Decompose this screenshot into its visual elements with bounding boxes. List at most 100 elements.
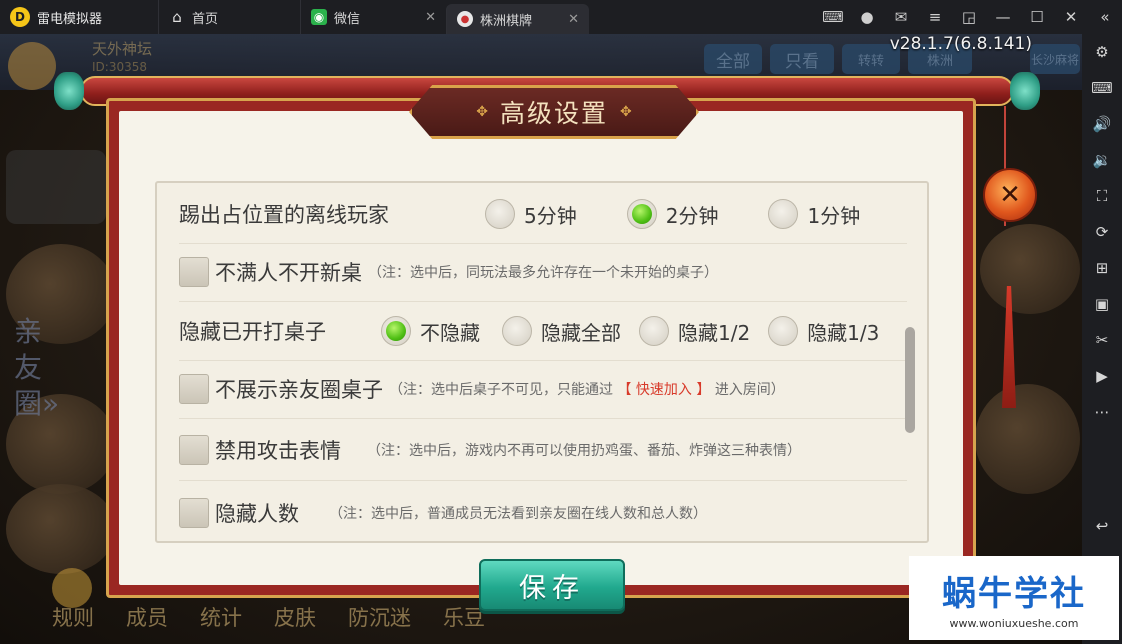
radio-button-selected[interactable] bbox=[381, 316, 411, 346]
hide-count-checkbox[interactable] bbox=[179, 498, 209, 528]
save-button[interactable]: 保存 bbox=[479, 559, 625, 611]
radio-selected-dot bbox=[386, 321, 406, 341]
not-full-no-new-checkbox[interactable] bbox=[179, 257, 209, 287]
disable-attack-note: （注：选中后，游戏内不再可以使用扔鸡蛋、番茄、炸弹这三种表情） bbox=[367, 443, 801, 459]
hide-started-label: 隐藏已开打桌子 bbox=[179, 320, 326, 344]
tab-game-close-icon[interactable]: ✕ bbox=[568, 12, 579, 27]
lobby-nav-stats: 统计 bbox=[200, 606, 242, 630]
collapse-sidebar-icon[interactable]: « bbox=[1088, 0, 1122, 34]
tab-wechat[interactable]: ◉ 微信 ✕ bbox=[300, 0, 446, 34]
emulator-sidebar: ⚙ ⌨ 🔊 🔉 ⛶ ⟳ ⊞ ▣ ✂ ▶ ⋯ ↩ bbox=[1082, 34, 1122, 644]
tab-home-label: 首页 bbox=[192, 11, 219, 27]
rod-cap-left bbox=[54, 72, 84, 110]
minimize-icon[interactable]: — bbox=[986, 0, 1020, 34]
app-name: 雷电模拟器 bbox=[37, 11, 103, 27]
user-account-icon[interactable]: ● bbox=[850, 0, 884, 34]
title-ornament-left-icon: ✥ bbox=[476, 104, 488, 120]
watermark: 蜗牛学社 www.woniuxueshe.com bbox=[909, 556, 1119, 640]
dialog-title-plate: ✥ 高级设置 ✥ bbox=[409, 85, 699, 139]
setting-not-full-no-new: 不满人不开新桌 （注：选中后，同玩法最多允许存在一个未开始的桌子） bbox=[179, 254, 718, 290]
close-window-icon[interactable]: ✕ bbox=[1054, 0, 1088, 34]
tab-game-label: 株洲棋牌 bbox=[480, 13, 533, 29]
radio-button[interactable] bbox=[768, 316, 799, 346]
emulator-window: D 雷电模拟器 ⌂ 首页 ◉ 微信 ✕ ● 株洲棋牌 ✕ ⌨ ● ✉ ≡ ◲ —… bbox=[0, 0, 1122, 644]
not-full-no-new-label: 不满人不开新桌 bbox=[215, 261, 362, 285]
dialog-title: 高级设置 bbox=[499, 99, 608, 128]
row-divider bbox=[179, 243, 907, 244]
settings-scrollbar[interactable] bbox=[905, 327, 915, 433]
emulator-logo-icon: D bbox=[10, 7, 30, 27]
hide-started-option-third[interactable]: 隐藏1/3 bbox=[768, 316, 879, 346]
hide-started-option-all[interactable]: 隐藏全部 bbox=[502, 316, 621, 346]
hide-count-note: （注：选中后，普通成员无法看到亲友圈在线人数和总人数） bbox=[329, 506, 707, 522]
tab-game[interactable]: ● 株洲棋牌 ✕ bbox=[446, 4, 589, 34]
lobby-side-club-label: 亲友圈» bbox=[14, 315, 60, 420]
mail-icon[interactable]: ✉ bbox=[884, 0, 918, 34]
radio-button-selected[interactable] bbox=[626, 199, 657, 229]
lobby-nav-anti-addiction: 防沉迷 bbox=[348, 606, 411, 630]
scissors-icon[interactable]: ✂ bbox=[1082, 322, 1122, 358]
maximize-icon[interactable]: ☐ bbox=[1020, 0, 1054, 34]
radio-button[interactable] bbox=[768, 199, 799, 229]
home-icon: ⌂ bbox=[172, 8, 182, 26]
video-record-icon[interactable]: ▶ bbox=[1082, 358, 1122, 394]
lobby-wallet-panel bbox=[6, 150, 106, 224]
radio-button[interactable] bbox=[485, 199, 515, 229]
settings-gear-icon[interactable]: ⚙ bbox=[1082, 34, 1122, 70]
add-window-icon[interactable]: ⊞ bbox=[1082, 250, 1122, 286]
disable-attack-checkbox[interactable] bbox=[179, 435, 209, 465]
hide-club-tables-label: 不展示亲友圈桌子 bbox=[215, 378, 383, 402]
kick-offline-option-5min[interactable]: 5分钟 bbox=[485, 199, 577, 229]
tab-wechat-close-icon[interactable]: ✕ bbox=[425, 10, 436, 25]
kick-offline-option-2min[interactable]: 2分钟 bbox=[626, 199, 718, 229]
back-arrow-icon[interactable]: ↩ bbox=[1082, 508, 1122, 544]
more-icon[interactable]: ⋯ bbox=[1082, 394, 1122, 430]
radio-selected-dot bbox=[631, 204, 652, 224]
row-divider bbox=[179, 360, 907, 361]
dialog-body: ✥ 高级设置 ✥ 踢出占位置的离线玩家 5分钟 2分钟 1分钟 不满人不开新桌 … bbox=[119, 85, 963, 611]
row-divider bbox=[179, 418, 907, 419]
emulator-titlebar: D 雷电模拟器 ⌂ 首页 ◉ 微信 ✕ ● 株洲棋牌 ✕ ⌨ ● ✉ ≡ ◲ —… bbox=[0, 0, 1122, 34]
lobby-table-jar bbox=[6, 484, 116, 574]
lobby-club-name: 天外神坛 bbox=[92, 40, 153, 58]
lobby-nav-skin: 皮肤 bbox=[274, 606, 316, 630]
quick-join-highlight: 【 快速加入 】 bbox=[617, 382, 711, 398]
setting-kick-offline: 踢出占位置的离线玩家 5分钟 2分钟 1分钟 bbox=[179, 196, 888, 232]
window-resize-icon[interactable]: ◲ bbox=[952, 0, 986, 34]
tab-home[interactable]: ⌂ 首页 bbox=[158, 0, 300, 34]
hide-started-option-half[interactable]: 隐藏1/2 bbox=[639, 316, 750, 346]
hide-club-tables-checkbox[interactable] bbox=[179, 374, 209, 404]
setting-hide-count: 隐藏人数 （注：选中后，普通成员无法看到亲友圈在线人数和总人数） bbox=[179, 495, 707, 531]
volume-up-icon[interactable]: 🔊 bbox=[1082, 106, 1122, 142]
not-full-no-new-note: （注：选中后，同玩法最多允许存在一个未开始的桌子） bbox=[368, 265, 718, 281]
hide-club-tables-note: （注：选中后桌子不可见，只能通过 【 快速加入 】 进入房间） bbox=[389, 382, 785, 398]
volume-down-icon[interactable]: 🔉 bbox=[1082, 142, 1122, 178]
emulator-brand: D 雷电模拟器 bbox=[0, 7, 158, 27]
hide-started-option-none[interactable]: 不隐藏 bbox=[381, 316, 480, 346]
radio-button[interactable] bbox=[502, 316, 532, 346]
hide-count-label: 隐藏人数 bbox=[215, 502, 299, 526]
dialog-close-icon[interactable]: ✕ bbox=[983, 168, 1037, 222]
menu-icon[interactable]: ≡ bbox=[918, 0, 952, 34]
gamepad-icon[interactable]: ⌨ bbox=[816, 0, 850, 34]
sync-icon[interactable]: ⟳ bbox=[1082, 214, 1122, 250]
keyboard-icon[interactable]: ⌨ bbox=[1082, 70, 1122, 106]
title-ornament-right-icon: ✥ bbox=[620, 104, 632, 120]
apk-install-icon[interactable]: ▣ bbox=[1082, 286, 1122, 322]
watermark-title: 蜗牛学社 bbox=[942, 574, 1086, 614]
wechat-icon: ◉ bbox=[311, 9, 327, 25]
tab-wechat-label: 微信 bbox=[334, 11, 361, 27]
radio-button[interactable] bbox=[639, 316, 669, 346]
lobby-tab-all: 全部 bbox=[704, 44, 762, 74]
kick-offline-option-1min[interactable]: 1分钟 bbox=[768, 199, 860, 229]
settings-list[interactable]: 踢出占位置的离线玩家 5分钟 2分钟 1分钟 不满人不开新桌 （注：选中后，同玩… bbox=[155, 181, 929, 543]
setting-hide-club-tables: 不展示亲友圈桌子 （注：选中后桌子不可见，只能通过 【 快速加入 】 进入房间） bbox=[179, 371, 785, 407]
lobby-nav-rules: 规则 bbox=[52, 606, 94, 630]
lobby-table-jar bbox=[975, 384, 1080, 494]
kick-offline-label: 踢出占位置的离线玩家 bbox=[179, 203, 389, 227]
lobby-tab-changsha: 长沙麻将 bbox=[1030, 44, 1080, 74]
disable-attack-label: 禁用攻击表情 bbox=[215, 439, 341, 463]
fullscreen-icon[interactable]: ⛶ bbox=[1082, 178, 1122, 214]
lobby-nav-members: 成员 bbox=[126, 606, 168, 630]
setting-disable-attack: 禁用攻击表情 （注：选中后，游戏内不再可以使用扔鸡蛋、番茄、炸弹这三种表情） bbox=[179, 432, 801, 468]
